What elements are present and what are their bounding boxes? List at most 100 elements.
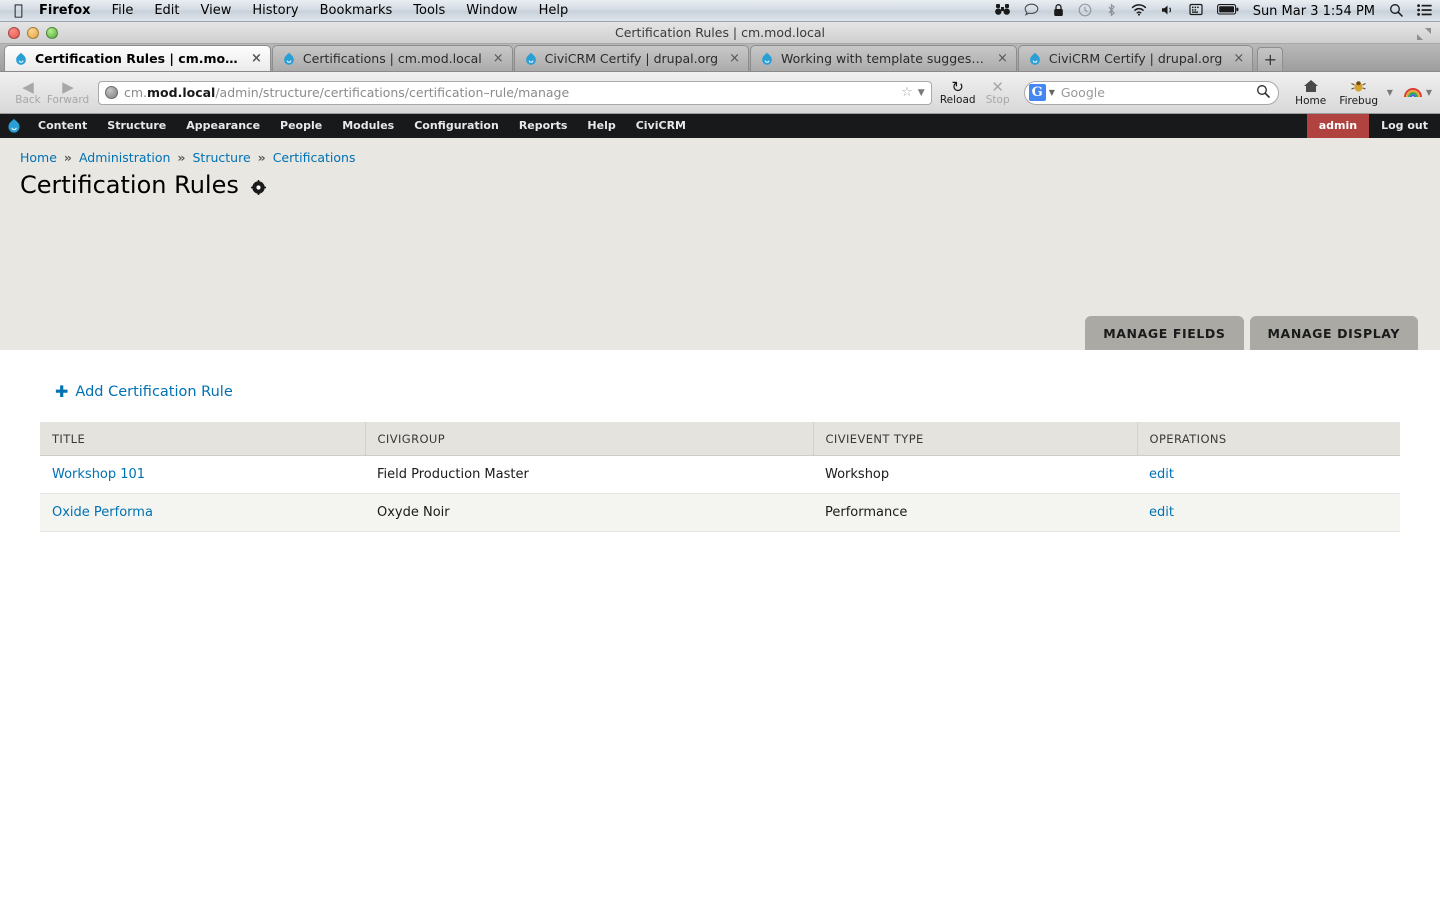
lock-icon[interactable] xyxy=(1053,3,1064,20)
table-row: Workshop 101 Field Production Master Wor… xyxy=(40,455,1400,494)
content-area: ✚ Add Certification Rule TITLE CIVIGROUP… xyxy=(0,350,1440,900)
cell-title: Workshop 101 xyxy=(40,455,365,494)
url-input[interactable]: cm.mod.local/admin/structure/certificati… xyxy=(98,80,932,105)
close-tab-icon[interactable]: × xyxy=(729,52,740,65)
page-body: Home » Administration » Structure » Cert… xyxy=(0,138,1440,900)
minimize-window-button[interactable] xyxy=(27,27,39,39)
edit-link[interactable]: edit xyxy=(1149,505,1174,520)
new-tab-button[interactable]: + xyxy=(1257,47,1284,71)
breadcrumb-structure[interactable]: Structure xyxy=(192,150,250,165)
zoom-window-button[interactable] xyxy=(46,27,58,39)
chevron-down-icon[interactable]: ▼ xyxy=(918,88,925,98)
reload-label: Reload xyxy=(939,93,976,106)
breadcrumb-home[interactable]: Home xyxy=(20,150,57,165)
browser-tab-1[interactable]: Certification Rules | cm.mod.local × xyxy=(4,45,271,71)
home-button[interactable]: Home xyxy=(1289,79,1333,107)
chevron-down-icon[interactable]: ▼ xyxy=(1426,88,1432,97)
tab-label: Certifications | cm.mod.local xyxy=(302,51,482,66)
binoculars-icon[interactable] xyxy=(994,3,1010,19)
admin-menu-modules[interactable]: Modules xyxy=(332,114,404,138)
notification-center-icon[interactable] xyxy=(1417,3,1432,19)
browser-tab-2[interactable]: Certifications | cm.mod.local × xyxy=(271,45,513,71)
admin-menu-configuration[interactable]: Configuration xyxy=(404,114,509,138)
admin-user-menu[interactable]: admin xyxy=(1306,114,1370,138)
drupal-favicon xyxy=(282,52,296,66)
tab-strip: Certification Rules | cm.mod.local × Cer… xyxy=(0,44,1440,72)
bluetooth-icon[interactable] xyxy=(1106,3,1117,20)
admin-menu-civicrm[interactable]: CiviCRM xyxy=(626,114,696,138)
firebug-label: Firebug xyxy=(1339,94,1379,107)
window-title: Certification Rules | cm.mod.local xyxy=(614,25,826,40)
search-placeholder: Google xyxy=(1060,85,1105,100)
admin-menu-content[interactable]: Content xyxy=(28,114,97,138)
fullscreen-icon[interactable] xyxy=(1416,26,1432,40)
browser-tab-5[interactable]: CiviCRM Certify | drupal.org × xyxy=(1017,45,1254,71)
menu-item-history[interactable]: History xyxy=(252,3,298,18)
rule-title-link[interactable]: Oxide Performa xyxy=(52,505,153,520)
back-button[interactable]: ◀ Back xyxy=(8,79,48,106)
clock-icon[interactable] xyxy=(1078,3,1092,20)
breadcrumb-certifications[interactable]: Certifications xyxy=(273,150,356,165)
forward-button[interactable]: ▶ Forward xyxy=(47,79,89,106)
bookmark-star-icon[interactable]: ☆ xyxy=(893,85,913,100)
menu-item-help[interactable]: Help xyxy=(539,3,569,18)
breadcrumb: Home » Administration » Structure » Cert… xyxy=(0,138,1440,165)
admin-menu-appearance[interactable]: Appearance xyxy=(176,114,270,138)
breadcrumb-administration[interactable]: Administration xyxy=(79,150,170,165)
close-tab-icon[interactable]: × xyxy=(1233,52,1244,65)
gear-icon[interactable] xyxy=(250,179,266,195)
close-tab-icon[interactable]: × xyxy=(251,52,262,65)
browser-tab-4[interactable]: Working with template suggesti... × xyxy=(750,45,1017,71)
reload-button[interactable]: ↻ Reload xyxy=(938,79,978,106)
menu-item-edit[interactable]: Edit xyxy=(154,3,179,18)
stop-label: Stop xyxy=(985,93,1010,106)
os-menu-bar:  Firefox File Edit View History Bookmar… xyxy=(0,0,1440,22)
manage-fields-tab[interactable]: MANAGE FIELDS xyxy=(1085,316,1244,353)
search-input[interactable]: G ▼ Google xyxy=(1023,80,1279,105)
admin-menu-people[interactable]: People xyxy=(270,114,332,138)
chevron-down-icon[interactable]: ▼ xyxy=(1049,88,1055,97)
menu-item-bookmarks[interactable]: Bookmarks xyxy=(320,3,393,18)
input-source-icon[interactable] xyxy=(1189,3,1203,19)
rule-title-link[interactable]: Workshop 101 xyxy=(52,467,145,482)
menu-item-window[interactable]: Window xyxy=(466,3,517,18)
rainbow-icon[interactable] xyxy=(1403,83,1423,102)
column-header-operations[interactable]: OPERATIONS xyxy=(1137,422,1400,456)
menu-item-tools[interactable]: Tools xyxy=(413,3,445,18)
close-tab-icon[interactable]: × xyxy=(997,52,1008,65)
volume-icon[interactable] xyxy=(1161,4,1175,19)
menu-item-view[interactable]: View xyxy=(201,3,232,18)
column-header-title[interactable]: TITLE xyxy=(40,422,366,456)
back-label: Back xyxy=(15,93,41,106)
speech-bubble-icon[interactable] xyxy=(1024,3,1039,19)
firebug-button[interactable]: Firebug xyxy=(1333,79,1385,107)
menu-item-firefox[interactable]: Firefox xyxy=(39,3,91,18)
battery-icon[interactable] xyxy=(1216,4,1239,18)
logout-link[interactable]: Log out xyxy=(1369,114,1440,138)
admin-menu-reports[interactable]: Reports xyxy=(509,114,578,138)
close-window-button[interactable] xyxy=(8,27,20,39)
browser-tab-3[interactable]: CiviCRM Certify | drupal.org × xyxy=(513,45,750,71)
admin-toolbar-right: admin Log out xyxy=(1306,114,1440,138)
column-header-civigroup[interactable]: CIVIGROUP xyxy=(365,422,814,456)
close-icon: ✕ xyxy=(991,77,1004,96)
spotlight-search-icon[interactable] xyxy=(1389,3,1403,20)
admin-menu-help[interactable]: Help xyxy=(577,114,625,138)
stop-button[interactable]: ✕ Stop xyxy=(978,77,1018,106)
cell-title: Oxide Performa xyxy=(40,493,365,532)
column-header-civievent-type[interactable]: CIVIEVENT TYPE xyxy=(813,422,1138,456)
wifi-icon[interactable] xyxy=(1131,3,1147,19)
navigation-toolbar: ◀ Back ▶ Forward cm.mod.local/admin/stru… xyxy=(0,72,1440,114)
search-icon[interactable] xyxy=(1256,84,1270,102)
admin-menu-structure[interactable]: Structure xyxy=(97,114,176,138)
edit-link[interactable]: edit xyxy=(1149,467,1174,482)
menu-bar-clock[interactable]: Sun Mar 3 1:54 PM xyxy=(1253,4,1375,19)
url-text: cm.mod.local/admin/structure/certificati… xyxy=(124,85,569,100)
add-certification-rule-link[interactable]: ✚ Add Certification Rule xyxy=(0,350,1440,401)
menu-item-file[interactable]: File xyxy=(112,3,134,18)
apple-icon[interactable]:  xyxy=(14,3,23,18)
drupal-logo[interactable] xyxy=(0,118,28,134)
chevron-down-icon[interactable]: ▼ xyxy=(1387,88,1393,97)
close-tab-icon[interactable]: × xyxy=(493,52,504,65)
manage-display-tab[interactable]: MANAGE DISPLAY xyxy=(1249,316,1418,353)
